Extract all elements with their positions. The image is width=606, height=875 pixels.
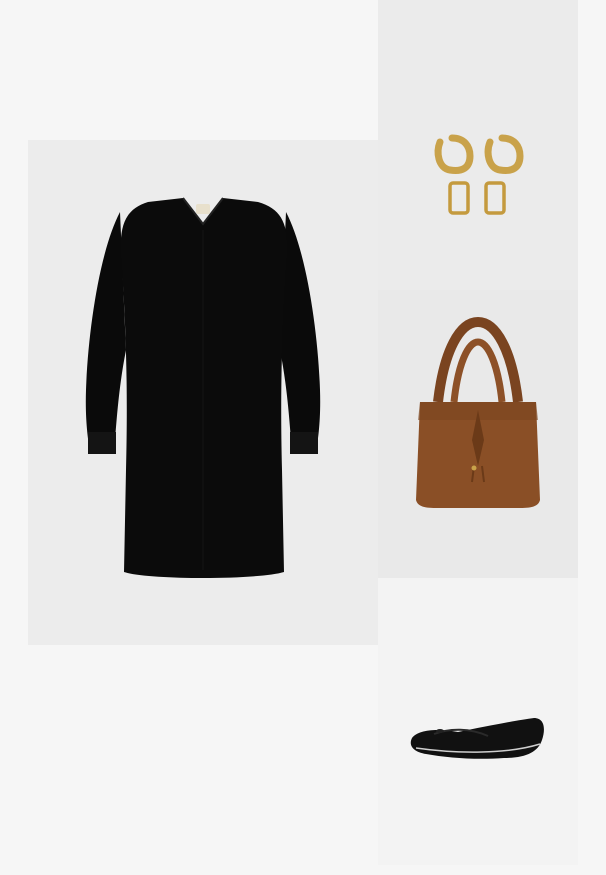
black-ballet-flat [410, 718, 544, 759]
earrings-product-image[interactable] [378, 0, 578, 290]
outfit-collage: { "collage": { "items": [ {"name": "dres… [0, 0, 606, 875]
black-long-sleeve-dress [85, 197, 321, 578]
brown-suede-tote-bag [416, 316, 540, 508]
ballet-flat-product-image[interactable] [378, 578, 578, 865]
dress-product-image[interactable] [28, 140, 378, 645]
tote-bag-product-image[interactable] [378, 290, 578, 578]
gold-earrings-set [434, 134, 524, 215]
